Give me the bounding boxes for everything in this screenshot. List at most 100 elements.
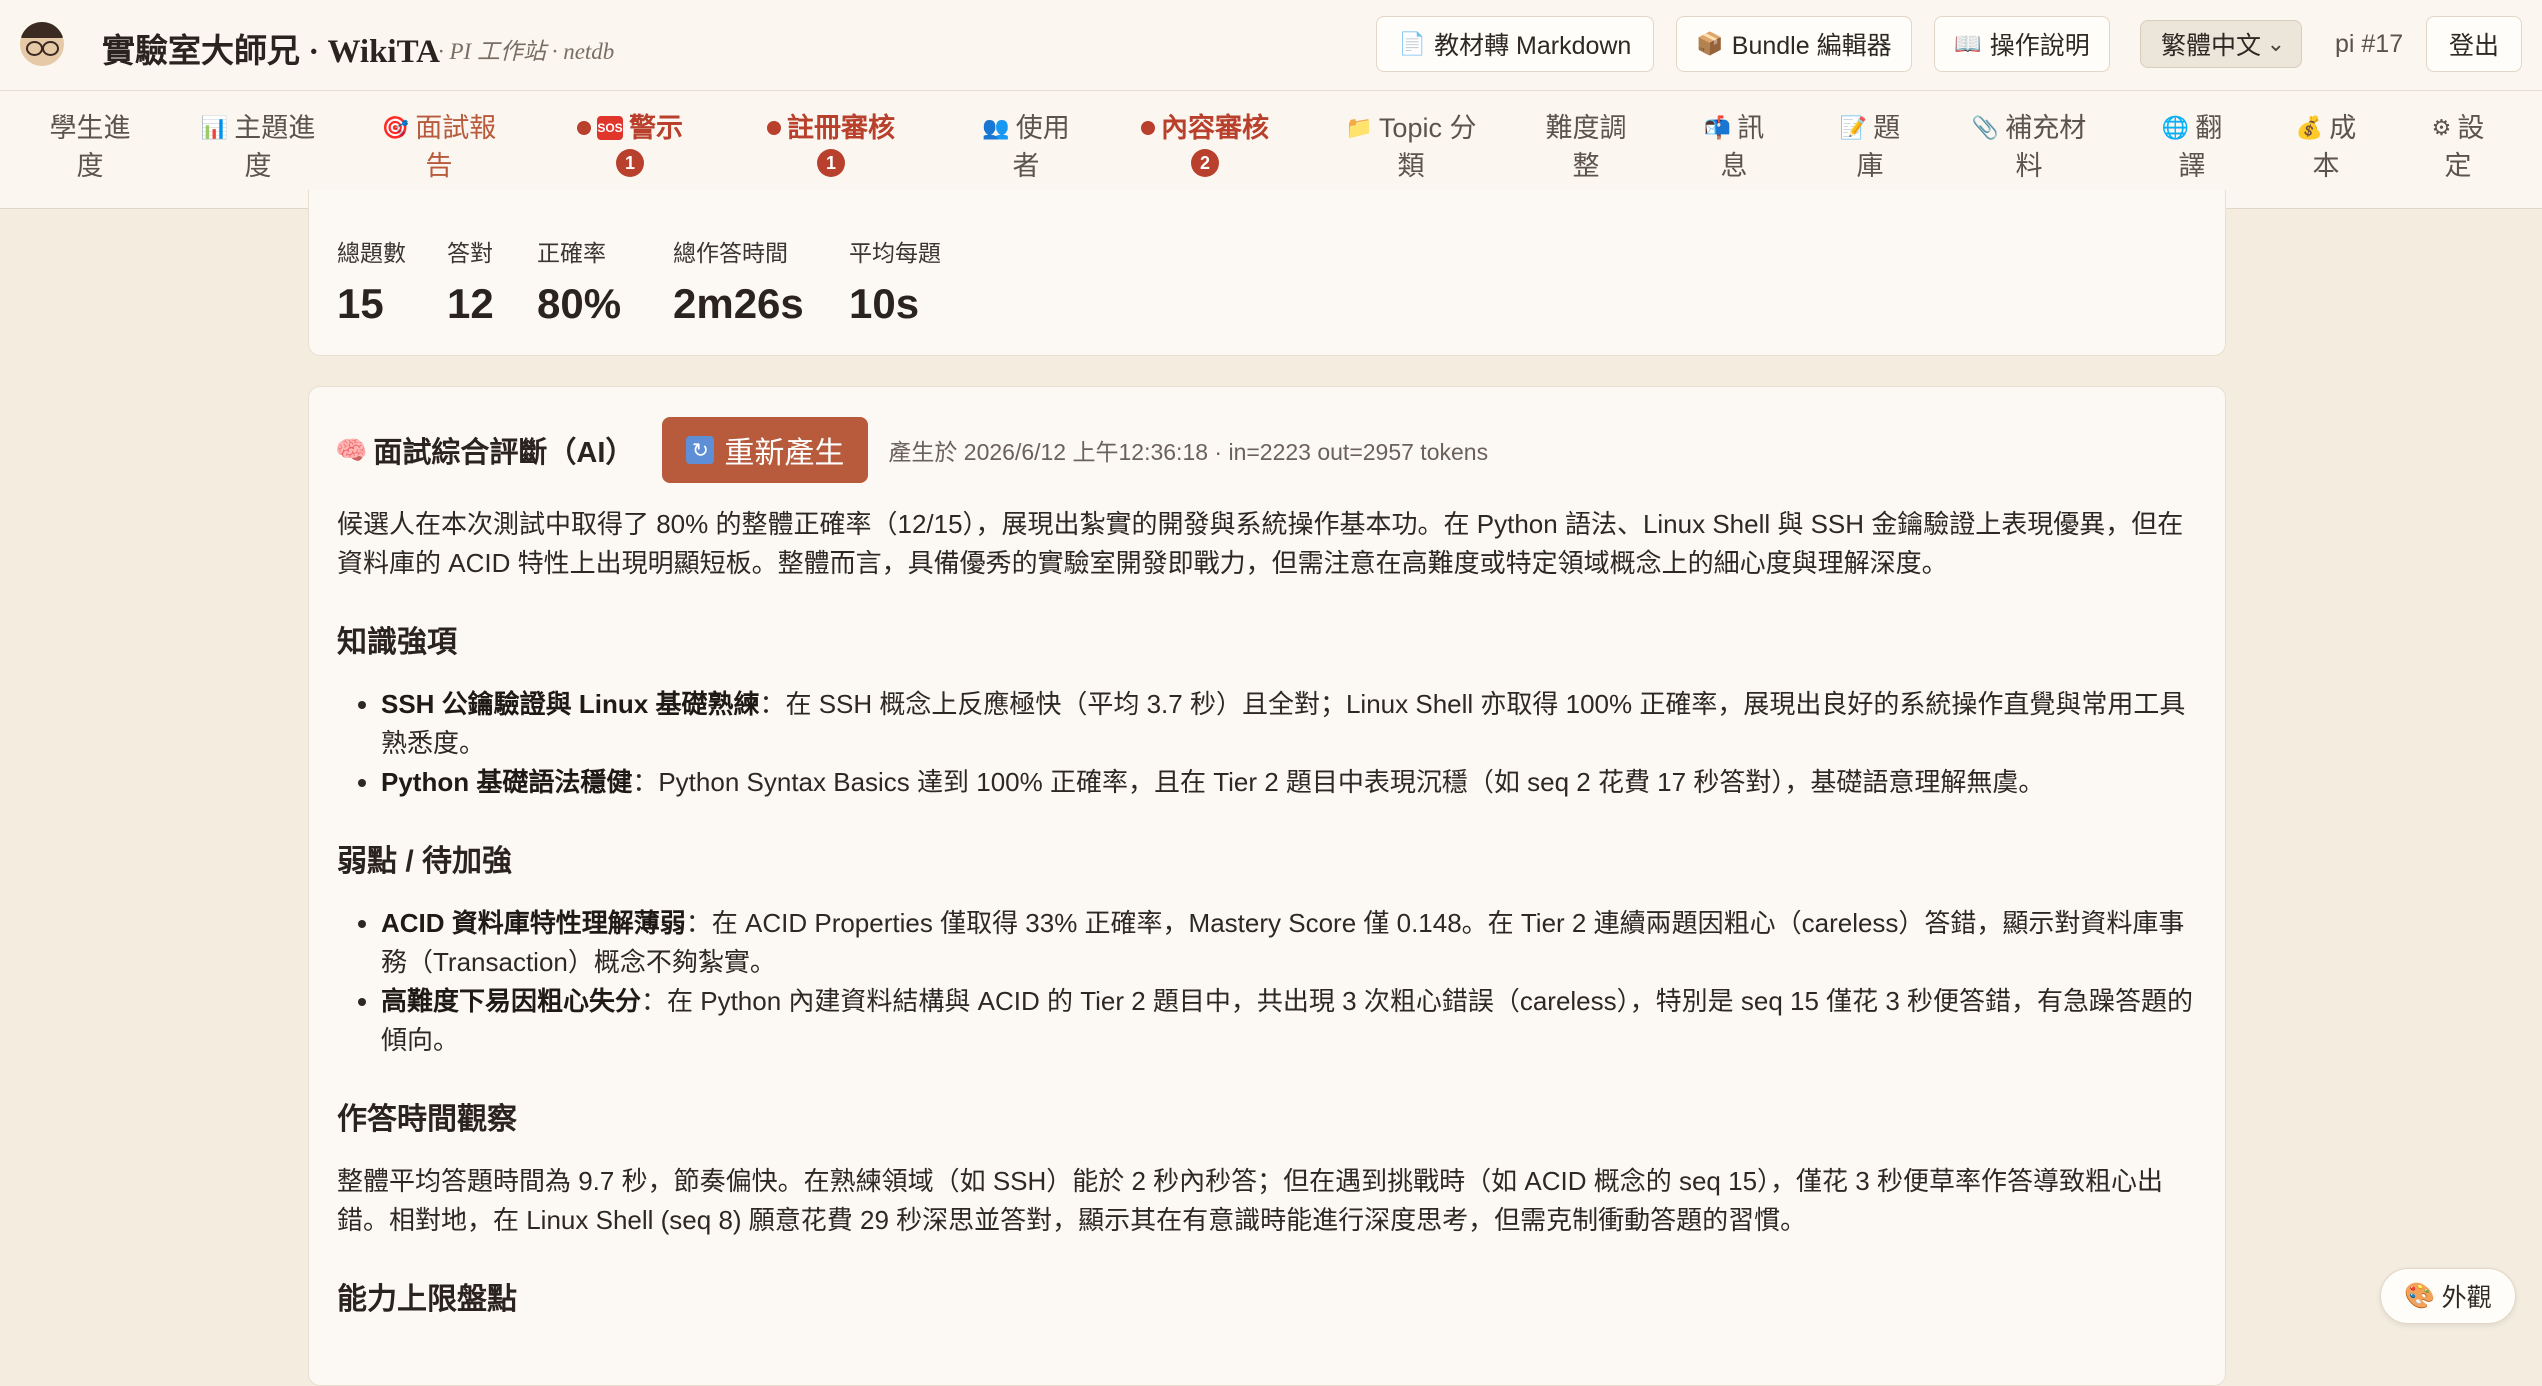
language-value: 繁體中文 <box>2161 32 2262 60</box>
stat-value: 80% <box>537 280 622 327</box>
globe-icon: 🌐 <box>2161 115 2190 140</box>
tab-label: 訊 <box>1737 113 1765 143</box>
gear-icon: ⚙ <box>2431 115 2452 140</box>
book-icon: 📖 <box>1954 31 1982 56</box>
app-title[interactable]: 實驗室大師兄 · WikiTA <box>102 24 440 72</box>
item-title: ACID 資料庫特性理解薄弱 <box>381 908 686 938</box>
appearance-label: 外觀 <box>2441 1284 2492 1312</box>
stat-total: 總題數 15 <box>337 234 406 328</box>
item-text: ：Python Syntax Basics 達到 100% 正確率，且在 Tie… <box>632 767 2045 797</box>
alert-dot-icon <box>1141 121 1155 135</box>
tab-label: 註冊審核 <box>787 113 895 143</box>
tab-student-progress[interactable]: 學生進 度 <box>30 91 150 208</box>
language-select[interactable]: 繁體中文 ⌄ <box>2140 20 2302 68</box>
money-bag-icon: 💰 <box>2295 115 2324 140</box>
paperclip-icon: 📎 <box>1971 115 2000 140</box>
item-title: Python 基礎語法穩健 <box>381 767 633 797</box>
tab-label-2: 定 <box>2444 151 2472 181</box>
tab-settings[interactable]: ⚙ 設 定 <box>2422 91 2494 208</box>
stat-correct: 答對 12 <box>447 234 494 328</box>
avatar-logo-icon[interactable] <box>20 22 64 66</box>
stat-label: 總題數 <box>337 240 406 266</box>
strengths-list: SSH 公鑰驗證與 Linux 基礎熟練：在 SSH 概念上反應極快（平均 3.… <box>337 685 2199 802</box>
stat-label: 正確率 <box>537 240 606 266</box>
stat-value: 12 <box>447 280 494 327</box>
list-item: ACID 資料庫特性理解薄弱：在 ACID Properties 僅取得 33%… <box>381 904 2199 982</box>
tab-label: Topic 分 <box>1378 113 1477 143</box>
help-button[interactable]: 📖 操作說明 <box>1934 16 2110 72</box>
tab-label-2: 度 <box>244 151 272 181</box>
tab-label: 成 <box>2329 113 2357 143</box>
tab-label: 警示 <box>629 113 683 143</box>
tab-topic-progress[interactable]: 📊 主題進 度 <box>190 91 326 208</box>
stat-label: 答對 <box>447 240 493 266</box>
generation-meta: 產生於 2026/6/12 上午12:36:18 · in=2223 out=2… <box>888 439 1489 465</box>
package-icon: 📦 <box>1696 31 1724 56</box>
page-icon: 📄 <box>1398 31 1427 56</box>
tab-label: 翻 <box>2195 113 2223 143</box>
bundle-editor-label: Bundle 編輯器 <box>1731 32 1892 60</box>
refresh-icon: ↻ <box>686 436 715 464</box>
assessment-title: 面試綜合評斷（AI） <box>373 437 635 469</box>
tab-label-2: 庫 <box>1856 151 1884 181</box>
tab-label: 使用 <box>1015 113 1070 143</box>
bar-chart-icon: 📊 <box>200 115 229 140</box>
mailbox-icon: 📬 <box>1703 115 1732 140</box>
tab-label: 主題進 <box>234 113 316 143</box>
chevron-down-icon: ⌄ <box>2266 31 2285 56</box>
help-label: 操作說明 <box>1989 32 2090 60</box>
weakness-list: ACID 資料庫特性理解薄弱：在 ACID Properties 僅取得 33%… <box>337 904 2199 1060</box>
brain-icon: 🧠 <box>335 434 368 465</box>
users-icon: 👥 <box>982 115 1010 140</box>
user-label: pi #17 <box>2335 30 2404 58</box>
ai-assessment-card: 🧠 面試綜合評斷（AI） ↻ 重新產生 產生於 2026/6/12 上午12:3… <box>308 386 2226 1386</box>
tab-label: 補充材 <box>2005 113 2087 143</box>
folder-icon: 📁 <box>1345 115 1373 140</box>
stat-value: 15 <box>337 280 384 327</box>
time-paragraph: 整體平均答題時間為 9.7 秒，節奏偏快。在熟練領域（如 SSH）能於 2 秒內… <box>337 1166 2163 1235</box>
stat-value: 2m26s <box>673 280 804 327</box>
summary-paragraph: 候選人在本次測試中取得了 80% 的整體正確率（12/15），展現出紮實的開發與… <box>337 509 2184 578</box>
stat-label: 總作答時間 <box>673 240 788 266</box>
markdown-convert-label: 教材轉 Markdown <box>1434 32 1632 60</box>
list-item: 高難度下易因粗心失分：在 Python 內建資料結構與 ACID 的 Tier … <box>381 982 2199 1060</box>
tab-label: 學生進 <box>49 113 131 143</box>
tab-cost[interactable]: 💰 成 本 <box>2288 91 2364 208</box>
strengths-heading: 知識強項 <box>337 626 457 659</box>
assessment-content: 候選人在本次測試中取得了 80% 的整體正確率（12/15），展現出紮實的開發與… <box>337 505 2199 1342</box>
tab-label: 難度調 <box>1545 113 1627 143</box>
time-heading: 作答時間觀察 <box>337 1103 517 1136</box>
appearance-button[interactable]: 🎨 外觀 <box>2380 1268 2516 1324</box>
alert-dot-icon <box>767 121 781 135</box>
count-badge: 2 <box>1191 149 1219 177</box>
top-header: 實驗室大師兄 · WikiTA · PI 工作站 · netdb 📄 教材轉 M… <box>0 0 2542 91</box>
item-title: 高難度下易因粗心失分 <box>381 986 642 1016</box>
tab-label-2: 者 <box>1012 151 1040 181</box>
stats-card: 總題數 15 答對 12 正確率 80% 總作答時間 2m26s 平均每題 10… <box>308 190 2226 356</box>
weakness-heading: 弱點 / 待加強 <box>337 845 513 878</box>
tab-label-2: 本 <box>2312 151 2340 181</box>
item-text: ：在 Python 內建資料結構與 ACID 的 Tier 2 題目中，共出現 … <box>381 986 2194 1055</box>
tab-label-2: 整 <box>1572 151 1600 181</box>
alert-dot-icon <box>577 121 591 135</box>
tab-label: 內容審核 <box>1161 113 1269 143</box>
stat-value: 10s <box>849 280 920 327</box>
list-item: SSH 公鑰驗證與 Linux 基礎熟練：在 SSH 概念上反應極快（平均 3.… <box>381 685 2199 763</box>
stat-label: 平均每題 <box>849 240 941 266</box>
memo-icon: 📝 <box>1839 115 1868 140</box>
tab-label-2: 料 <box>2015 151 2043 181</box>
regenerate-button[interactable]: ↻ 重新產生 <box>662 417 869 483</box>
ceiling-heading: 能力上限盤點 <box>337 1283 517 1316</box>
tab-label: 題 <box>1873 113 1901 143</box>
stat-accuracy: 正確率 80% <box>537 234 621 328</box>
logout-button[interactable]: 登出 <box>2426 16 2522 72</box>
markdown-convert-button[interactable]: 📄 教材轉 Markdown <box>1376 16 1654 72</box>
bundle-editor-button[interactable]: 📦 Bundle 編輯器 <box>1676 16 1912 72</box>
tab-label-2: 息 <box>1720 151 1748 181</box>
stat-avg-time: 平均每題 10s <box>849 234 941 328</box>
item-title: SSH 公鑰驗證與 Linux 基礎熟練 <box>381 689 760 719</box>
tab-label-2: 類 <box>1397 151 1425 181</box>
count-badge: 1 <box>817 149 845 177</box>
tab-label: 面試報 <box>415 113 497 143</box>
assessment-header: 🧠 面試綜合評斷（AI） ↻ 重新產生 產生於 2026/6/12 上午12:3… <box>335 417 1488 483</box>
